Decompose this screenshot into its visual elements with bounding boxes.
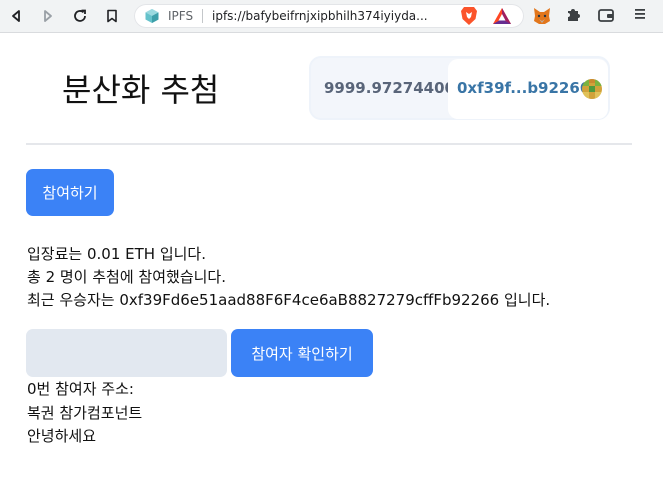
participant-count-text: 총 2 명이 추첨에 참여했습니다. [27, 268, 226, 286]
eth-balance: 9999.97274400 [324, 79, 455, 97]
entry-fee-text: 입장료는 0.01 ETH 입니다. [27, 245, 206, 263]
back-icon[interactable] [6, 6, 26, 26]
site-label: IPFS [168, 9, 194, 23]
participant-index-input[interactable] [26, 329, 227, 377]
page-title: 분산화 추첨 [62, 71, 220, 109]
participant-result: 0번 참여자 주소: 복권 참가컴포넌트 안녕하세요 [27, 378, 142, 449]
account-avatar-icon [582, 79, 602, 99]
menu-icon[interactable] [632, 6, 652, 26]
bookmark-icon[interactable] [102, 6, 122, 26]
account-address-pill[interactable]: 0xf39f...b92266 [448, 59, 608, 119]
wallet-icon[interactable] [597, 6, 617, 26]
ipfs-cube-icon [144, 8, 160, 24]
extensions-puzzle-icon[interactable] [565, 6, 585, 26]
lottery-info: 입장료는 0.01 ETH 입니다. 총 2 명이 추첨에 참여했습니다. 최근… [27, 243, 550, 312]
check-participant-button[interactable]: 참여자 확인하기 [231, 329, 373, 377]
url-text[interactable]: ipfs://bafybeifrnjxipbhilh374iyiyda... [212, 8, 428, 24]
address-separator [202, 9, 203, 23]
forward-icon[interactable] [38, 6, 58, 26]
greeting-text: 안녕하세요 [27, 427, 97, 445]
metamask-icon[interactable] [532, 6, 552, 26]
join-lottery-button[interactable]: 참여하기 [26, 169, 114, 216]
header-divider [26, 143, 632, 145]
lottery-component-text: 복권 참가컴포넌트 [27, 403, 143, 422]
bat-rewards-icon[interactable] [492, 6, 512, 26]
account-address[interactable]: 0xf39f...b92266 [457, 79, 590, 97]
last-winner-text: 최근 우승자는 0xf39Fd6e51aad88F6F4ce6aB8827279… [27, 291, 551, 309]
browser-toolbar: IPFS ipfs://bafybeifrnjxipbhilh374iyiyda… [0, 0, 663, 33]
participant-address-label: 0번 참여자 주소: [27, 380, 134, 398]
account-panel: 9999.97274400 0xf39f...b92266 [309, 56, 610, 120]
reload-icon[interactable] [70, 6, 90, 26]
brave-shield-icon[interactable] [460, 6, 478, 26]
